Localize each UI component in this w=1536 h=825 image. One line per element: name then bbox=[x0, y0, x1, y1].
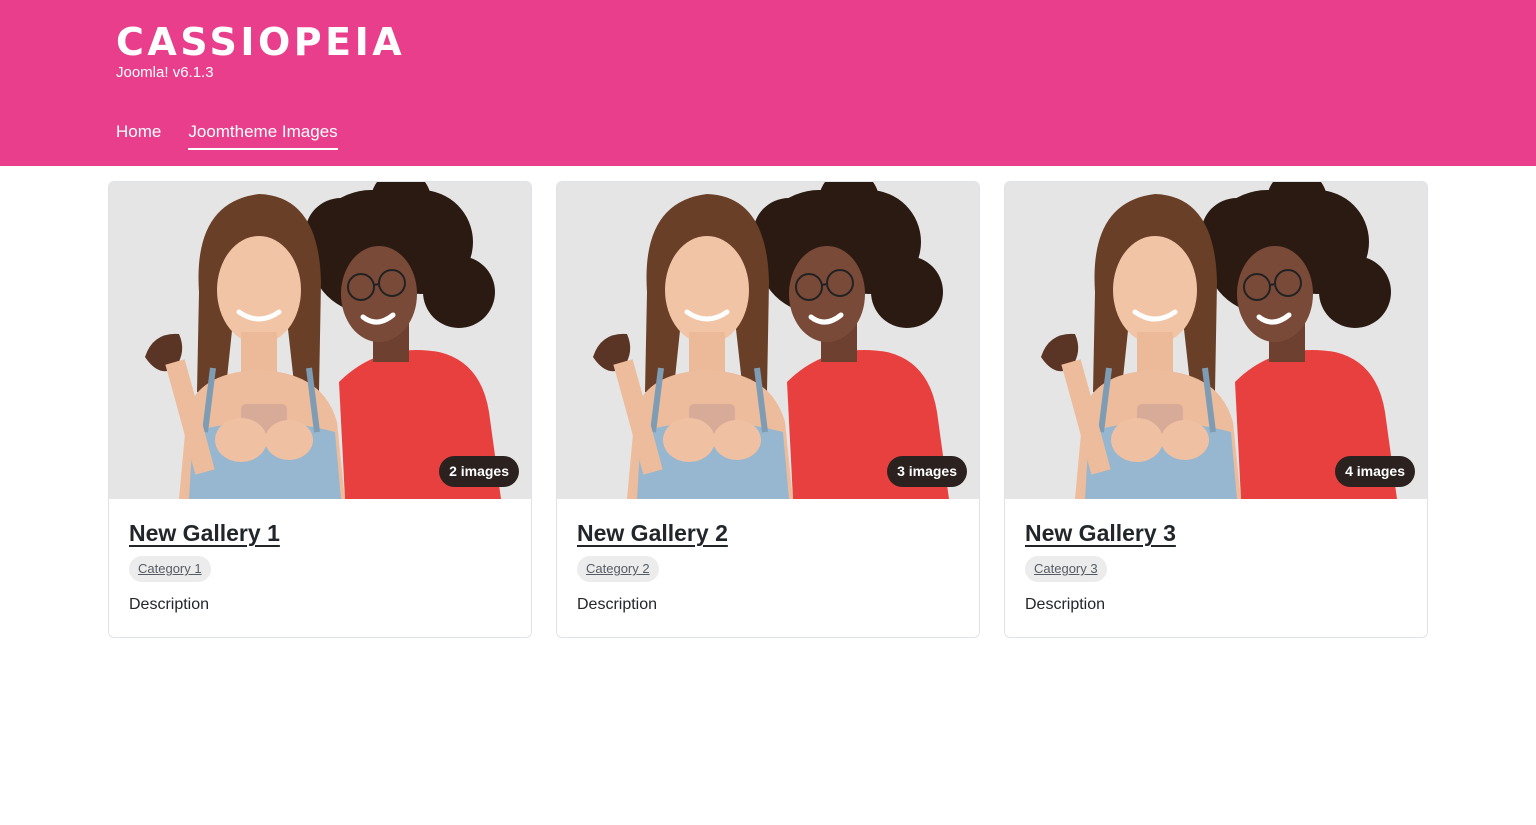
main-nav: Home Joomtheme Images bbox=[116, 120, 338, 150]
image-count-badge: 3 images bbox=[887, 456, 967, 487]
gallery-description: Description bbox=[577, 596, 658, 613]
gallery-photo bbox=[1005, 182, 1427, 499]
category-tag[interactable]: Category 3 bbox=[1025, 556, 1107, 582]
gallery-thumbnail[interactable]: 2 images bbox=[109, 182, 531, 499]
gallery-photo bbox=[109, 182, 531, 499]
site-header: CASSIOPEIA Joomla! v6.1.3 Home Joomtheme… bbox=[0, 0, 1536, 166]
category-tag[interactable]: Category 2 bbox=[577, 556, 659, 582]
gallery-title-link[interactable]: New Gallery 2 bbox=[577, 517, 728, 549]
image-count-badge: 4 images bbox=[1335, 456, 1415, 487]
gallery-title-link[interactable]: New Gallery 1 bbox=[129, 517, 280, 549]
card-body: New Gallery 2 Category 2 Description bbox=[557, 499, 979, 616]
category-tag[interactable]: Category 1 bbox=[129, 556, 211, 582]
nav-item-home[interactable]: Home bbox=[116, 120, 161, 150]
gallery-grid: 2 images New Gallery 1 Category 1 Descri… bbox=[108, 181, 1428, 638]
gallery-description: Description bbox=[1025, 596, 1106, 613]
site-logo[interactable]: CASSIOPEIA bbox=[116, 22, 405, 62]
gallery-title-link[interactable]: New Gallery 3 bbox=[1025, 517, 1176, 549]
brand: CASSIOPEIA Joomla! v6.1.3 bbox=[116, 22, 405, 82]
gallery-card: 4 images New Gallery 3 Category 3 Descri… bbox=[1004, 181, 1428, 638]
gallery-card: 2 images New Gallery 1 Category 1 Descri… bbox=[108, 181, 532, 638]
site-tagline: Joomla! v6.1.3 bbox=[116, 64, 214, 81]
card-body: New Gallery 3 Category 3 Description bbox=[1005, 499, 1427, 616]
gallery-thumbnail[interactable]: 3 images bbox=[557, 182, 979, 499]
gallery-card: 3 images New Gallery 2 Category 2 Descri… bbox=[556, 181, 980, 638]
card-body: New Gallery 1 Category 1 Description bbox=[109, 499, 531, 616]
gallery-photo bbox=[557, 182, 979, 499]
nav-item-joomtheme-images[interactable]: Joomtheme Images bbox=[188, 120, 338, 150]
gallery-thumbnail[interactable]: 4 images bbox=[1005, 182, 1427, 499]
image-count-badge: 2 images bbox=[439, 456, 519, 487]
gallery-description: Description bbox=[129, 596, 210, 613]
